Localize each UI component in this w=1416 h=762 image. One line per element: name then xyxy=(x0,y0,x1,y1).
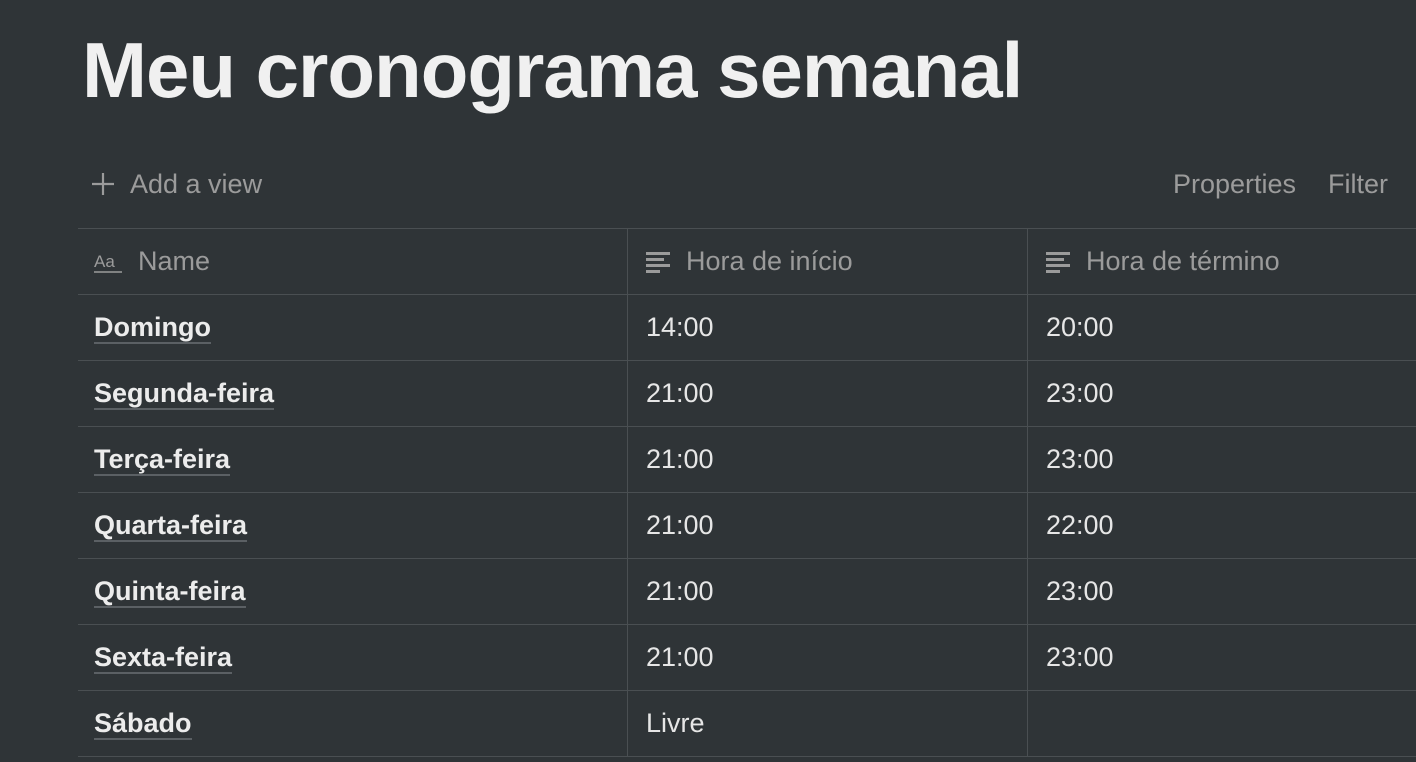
table-row[interactable]: Segunda-feira 21:00 23:00 xyxy=(78,361,1416,427)
name-cell[interactable]: Domingo xyxy=(78,295,628,360)
table-row[interactable]: Sábado Livre xyxy=(78,691,1416,757)
start-time-cell[interactable]: 14:00 xyxy=(628,295,1028,360)
add-view-button[interactable]: Add a view xyxy=(90,166,262,202)
end-time-cell[interactable]: 23:00 xyxy=(1028,625,1416,690)
row-title-link[interactable]: Terça-feira xyxy=(94,444,231,476)
text-lines-icon xyxy=(1046,251,1070,273)
name-cell[interactable]: Quinta-feira xyxy=(78,559,628,624)
end-time-cell[interactable] xyxy=(1028,691,1416,756)
start-time-cell[interactable]: 21:00 xyxy=(628,559,1028,624)
column-header-end[interactable]: Hora de término xyxy=(1028,229,1416,294)
column-header-label: Name xyxy=(138,246,211,276)
table-row[interactable]: Domingo 14:00 20:00 xyxy=(78,295,1416,361)
table-row[interactable]: Quarta-feira 21:00 22:00 xyxy=(78,493,1416,559)
row-title-link[interactable]: Sexta-feira xyxy=(94,642,233,674)
start-time-cell[interactable]: 21:00 xyxy=(628,493,1028,558)
end-time-cell[interactable]: 20:00 xyxy=(1028,295,1416,360)
table-row[interactable]: Sexta-feira 21:00 23:00 xyxy=(78,625,1416,691)
row-title-link[interactable]: Quarta-feira xyxy=(94,510,248,542)
page-title[interactable]: Meu cronograma semanal xyxy=(82,22,1023,118)
text-title-icon: Aa xyxy=(94,252,122,273)
schedule-table: Aa Name Hora de início Hora de término D… xyxy=(78,228,1416,757)
start-time-cell[interactable]: 21:00 xyxy=(628,427,1028,492)
row-title-link[interactable]: Domingo xyxy=(94,312,211,344)
name-cell[interactable]: Sexta-feira xyxy=(78,625,628,690)
row-title-link[interactable]: Quinta-feira xyxy=(94,576,246,608)
end-time-cell[interactable]: 23:00 xyxy=(1028,427,1416,492)
properties-button[interactable]: Properties xyxy=(1173,169,1296,200)
start-time-cell[interactable]: 21:00 xyxy=(628,361,1028,426)
end-time-cell[interactable]: 23:00 xyxy=(1028,559,1416,624)
name-cell[interactable]: Segunda-feira xyxy=(78,361,628,426)
end-time-cell[interactable]: 23:00 xyxy=(1028,361,1416,426)
table-header-row: Aa Name Hora de início Hora de término xyxy=(78,229,1416,295)
name-cell[interactable]: Sábado xyxy=(78,691,628,756)
view-toolbar: Add a view Properties Filter xyxy=(78,160,1416,208)
view-actions: Properties Filter xyxy=(1141,166,1388,202)
name-cell[interactable]: Terça-feira xyxy=(78,427,628,492)
start-time-cell[interactable]: Livre xyxy=(628,691,1028,756)
start-time-cell[interactable]: 21:00 xyxy=(628,625,1028,690)
row-title-link[interactable]: Sábado xyxy=(94,708,192,740)
column-header-label: Hora de início xyxy=(686,246,853,276)
name-cell[interactable]: Quarta-feira xyxy=(78,493,628,558)
text-lines-icon xyxy=(646,251,670,273)
column-header-start[interactable]: Hora de início xyxy=(628,229,1028,294)
plus-icon xyxy=(92,173,114,195)
table-row[interactable]: Terça-feira 21:00 23:00 xyxy=(78,427,1416,493)
add-view-label: Add a view xyxy=(130,168,263,199)
end-time-cell[interactable]: 22:00 xyxy=(1028,493,1416,558)
filter-button[interactable]: Filter xyxy=(1328,169,1388,200)
svg-text:Aa: Aa xyxy=(94,252,115,271)
page: Meu cronograma semanal Add a view Proper… xyxy=(0,0,1416,762)
column-header-name[interactable]: Aa Name xyxy=(78,229,628,294)
column-header-label: Hora de término xyxy=(1086,246,1280,276)
row-title-link[interactable]: Segunda-feira xyxy=(94,378,275,410)
table-row[interactable]: Quinta-feira 21:00 23:00 xyxy=(78,559,1416,625)
